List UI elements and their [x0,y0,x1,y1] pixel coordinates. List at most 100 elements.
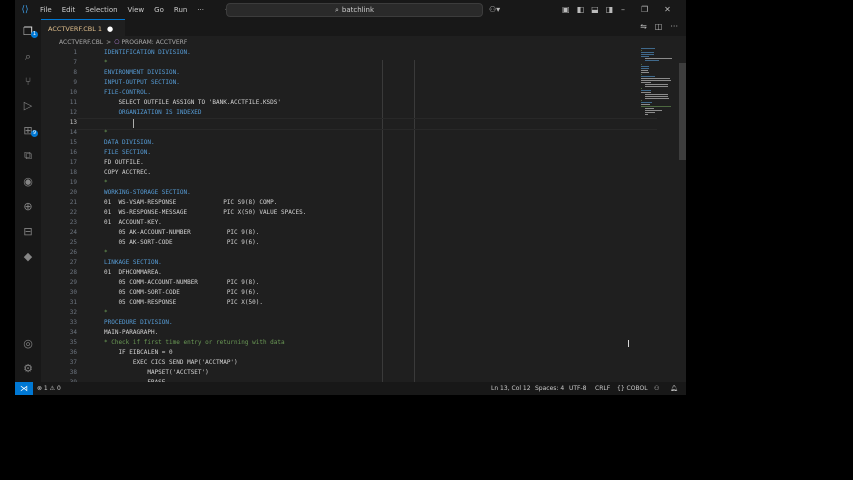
more-actions-icon[interactable]: ··· [670,22,678,31]
minimize-icon[interactable]: – [621,5,625,14]
code-line[interactable]: 27 LINKAGE SECTION. [41,258,631,268]
code-line[interactable]: 25 05 AK-SORT-CODE PIC 9(6). [41,238,631,248]
code-line[interactable]: 1 IDENTIFICATION DIVISION. [41,48,631,58]
code-line[interactable]: 24 05 AK-ACCOUNT-NUMBER PIC 9(8). [41,228,631,238]
code-line[interactable]: 14 * [41,128,631,138]
problems-count[interactable]: ⊗ 1 ⚠ 0 [37,382,61,395]
menu-edit[interactable]: Edit [57,6,81,14]
run-debug-icon[interactable]: ▷ [15,99,41,112]
copilot-status-icon[interactable]: ⚇ [654,382,659,395]
minimap-line [641,66,650,67]
breadcrumb-separator: > [106,39,112,46]
menu-run[interactable]: Run [169,6,192,14]
code-line[interactable]: 36 IF EIBCALEN = 0 [41,348,631,358]
compare-icon[interactable]: ⇋ [640,22,647,31]
code-line[interactable]: 31 05 COMM-RESPONSE PIC X(50). [41,298,631,308]
minimap-line [641,72,649,73]
code-line[interactable]: 9 INPUT-OUTPUT SECTION. [41,78,631,88]
code-line[interactable]: 33 PROCEDURE DIVISION. [41,318,631,328]
minimap-line [641,68,649,69]
split-editor-icon[interactable]: ◫ [655,22,663,31]
settings-gear-icon[interactable]: ⚙ [15,362,41,375]
code-line[interactable]: 30 05 COMM-SORT-CODE PIC 9(6). [41,288,631,298]
code-line[interactable]: 7 * [41,58,631,68]
code-line[interactable]: 38 MAPSET('ACCTSET') [41,368,631,378]
minimap-line [641,48,656,49]
code-line[interactable]: 8 ENVIRONMENT DIVISION. [41,68,631,78]
code-line[interactable]: 16 FILE SECTION. [41,148,631,158]
code-line[interactable]: 13 [41,118,631,128]
remote-indicator-icon[interactable]: ⋊ [15,382,33,395]
indentation[interactable]: Spaces: 4 [535,382,564,395]
code-line[interactable]: 15 DATA DIVISION. [41,138,631,148]
code-text: 01 WS-RESPONSE-MESSAGE PIC X(50) VALUE S… [104,209,307,216]
search-icon: ⌕ [334,5,339,14]
remote-explorer-icon[interactable]: ⧉ [15,149,41,163]
toggle-panel-icon[interactable]: ⬓ [591,5,599,14]
line-number: 14 [69,129,77,136]
code-line[interactable]: 19 * [41,178,631,188]
menu-more[interactable]: ··· [192,6,209,14]
breadcrumb-file[interactable]: ACCTVERF.CBL [59,39,103,46]
layout-icon[interactable]: ▣ [562,5,570,14]
close-icon[interactable]: ✕ [664,5,671,14]
line-number: 25 [69,239,77,246]
language-mode[interactable]: {} COBOL [617,382,648,395]
status-bar: ⋊ ⊗ 1 ⚠ 0 Ln 13, Col 12 Spaces: 4 UTF-8 … [15,382,686,395]
code-line[interactable]: 22 01 WS-RESPONSE-MESSAGE PIC X(50) VALUE… [41,208,631,218]
code-line[interactable]: 12 ORGANIZATION IS INDEXED [41,108,631,118]
code-text: ORGANIZATION IS INDEXED [104,109,202,116]
code-text: FILE SECTION. [104,149,151,156]
maximize-icon[interactable]: ❐ [641,5,648,14]
vertical-scrollbar[interactable] [679,63,686,160]
code-line[interactable]: 18 COPY ACCTREC. [41,168,631,178]
menu-selection[interactable]: Selection [80,6,122,14]
code-line[interactable]: 17 FD OUTFILE. [41,158,631,168]
code-line[interactable]: 34 MAIN-PARAGRAPH. [41,328,631,338]
tab-acctverf[interactable]: ACCTVERF.CBL 1 ● [41,19,125,37]
code-line[interactable]: 35 * Check if first time entry or returni… [41,338,631,348]
copilot-icon[interactable]: ⚇▾ [489,0,500,19]
line-number: 11 [69,99,77,106]
unsaved-dot-icon[interactable]: ● [107,25,113,33]
code-text: FILE-CONTROL. [104,89,151,96]
toggle-sidebar-icon[interactable]: ◧ [577,5,585,14]
code-line[interactable]: 29 05 COMM-ACCOUNT-NUMBER PIC 9(8). [41,278,631,288]
minimap-line [645,86,669,87]
activity-bar: ❐ 1 ⌕ ⑂ ▷ ⊞ 9 ⧉ ◉ ⊕ ⊟ ◆ ◎ ⚙ [15,19,41,382]
extensions-icon[interactable]: ⊞ 9 [15,124,41,137]
line-number: 32 [69,309,77,316]
code-line[interactable]: 32 * [41,308,631,318]
breadcrumb-symbol[interactable]: PROGRAM: ACCTVERF [121,39,187,46]
code-line[interactable]: 28 01 DFHCOMMAREA. [41,268,631,278]
code-line[interactable]: 37 EXEC CICS SEND MAP('ACCTMAP') [41,358,631,368]
code-text: LINKAGE SECTION. [104,259,162,266]
cursor-position[interactable]: Ln 13, Col 12 [491,382,531,395]
code-line[interactable]: 10 FILE-CONTROL. [41,88,631,98]
code-line[interactable]: 26 * [41,248,631,258]
code-line[interactable]: 11 SELECT OUTFILE ASSIGN TO 'BANK.ACCTFI… [41,98,631,108]
gitlens-icon[interactable]: ◆ [15,250,41,263]
line-ending[interactable]: CRLF [595,382,610,395]
minimap-line [641,78,670,79]
docker-icon[interactable]: ⊟ [15,225,41,238]
minimap-line [641,92,651,93]
source-control-icon[interactable]: ⑂ [15,75,41,88]
code-editor[interactable]: 1 IDENTIFICATION DIVISION. 7 * 8 ENVIRONMENT … [41,48,686,386]
minimap[interactable] [641,48,681,148]
notifications-bell-icon[interactable]: 🔔︎ [670,382,678,395]
menu-view[interactable]: View [123,6,150,14]
explorer-icon[interactable]: ❐ 1 [15,25,41,38]
search-icon[interactable]: ⌕ [15,50,41,64]
menu-go[interactable]: Go [149,6,169,14]
account-icon[interactable]: ◎ [15,337,41,350]
command-center-search[interactable]: ⌕ batchlink [226,3,483,17]
code-line[interactable]: 23 01 ACCOUNT-KEY. [41,218,631,228]
menu-file[interactable]: File [35,6,57,14]
zowe-icon[interactable]: ⊕ [15,200,41,213]
toggle-secondary-sidebar-icon[interactable]: ◨ [606,5,614,14]
code-line[interactable]: 21 01 WS-VSAM-RESPONSE PIC S9(8) COMP. [41,198,631,208]
github-icon[interactable]: ◉ [15,175,41,188]
encoding[interactable]: UTF-8 [569,382,587,395]
code-line[interactable]: 20 WORKING-STORAGE SECTION. [41,188,631,198]
